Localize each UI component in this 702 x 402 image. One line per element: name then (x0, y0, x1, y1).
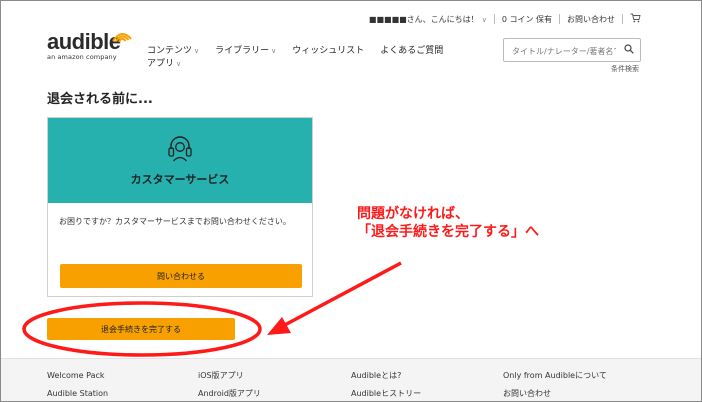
footer-link[interactable]: Audibleとは? (351, 367, 421, 385)
highlight-ellipse (22, 301, 262, 357)
footer-link[interactable]: Audibleヒストリー (351, 385, 421, 401)
footer-link[interactable]: Welcome Pack (47, 367, 108, 385)
footer-link[interactable]: お問い合わせ (503, 385, 607, 401)
footer-col-4: Only from Audibleについて お問い合わせ (503, 367, 607, 401)
footer-link[interactable]: Only from Audibleについて (503, 367, 607, 385)
footer-link[interactable]: iOS版アプリ (198, 367, 261, 385)
footer-link[interactable]: Android版アプリ (198, 385, 261, 401)
annotation-arrow-head (267, 317, 291, 335)
annotation-arrow-shaft (280, 261, 402, 329)
footer-col-1: Welcome Pack Audible Station (47, 367, 108, 401)
annotation-overlay (22, 261, 402, 357)
site-footer: Welcome Pack Audible Station iOS版アプリ And… (1, 358, 701, 401)
footer-col-3: Audibleとは? Audibleヒストリー (351, 367, 421, 401)
page-frame: ■■■■■さん、こんにちは！ ∨ 0 コイン 保有 お問い合わせ audible … (0, 0, 702, 402)
footer-col-2: iOS版アプリ Android版アプリ (198, 367, 261, 401)
footer-link[interactable]: Audible Station (47, 385, 108, 401)
